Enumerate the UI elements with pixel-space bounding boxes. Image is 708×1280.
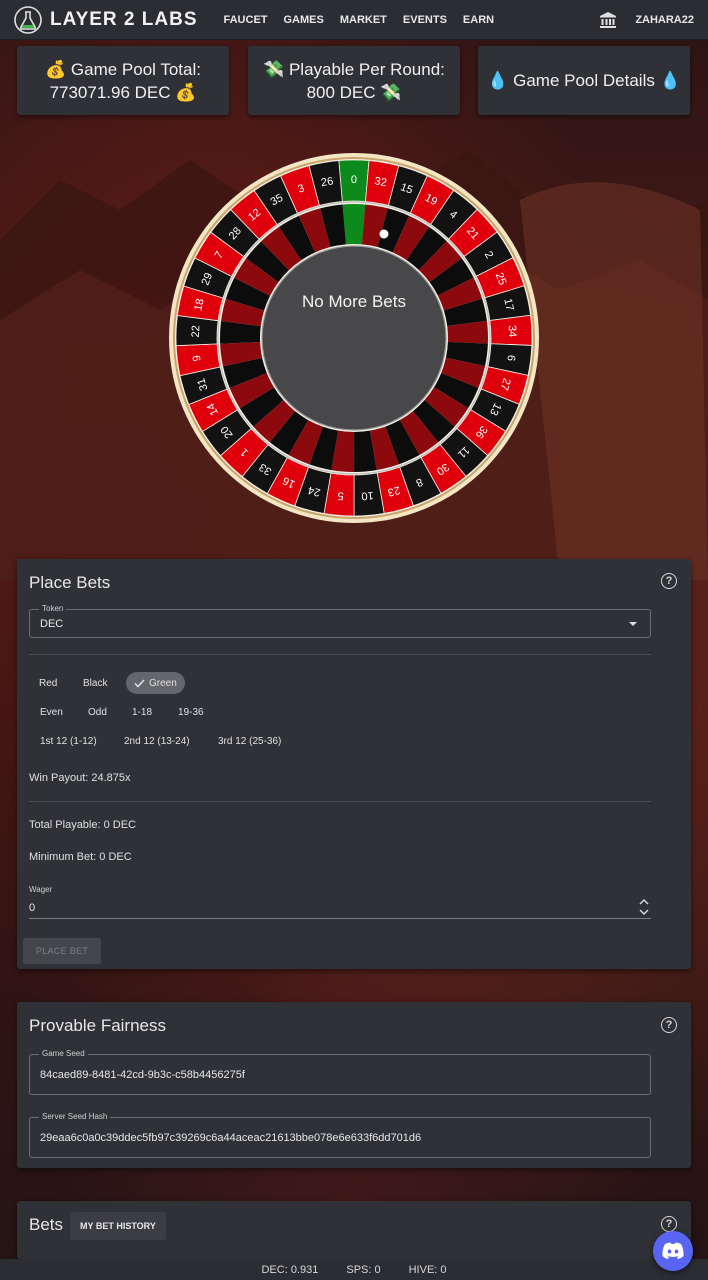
wager-label: Wager (29, 885, 53, 894)
my-bet-history-button[interactable]: MY BET HISTORY (70, 1212, 166, 1240)
bet-option-2nd-12[interactable]: 2nd 12 (13-24) (116, 730, 198, 752)
wheel-number: 22 (190, 325, 203, 338)
minimum-bet: Minimum Bet: 0 DEC (29, 851, 132, 863)
playable-per-round-card: 💸 Playable Per Round: 800 DEC 💸 (248, 46, 460, 115)
nav-earn[interactable]: EARN (455, 14, 502, 26)
game-pool-details-card[interactable]: 💧 Game Pool Details 💧 (478, 46, 690, 115)
bet-option-19-36[interactable]: 19-36 (170, 701, 212, 723)
bets-panel: Bets MY BET HISTORY ? (17, 1201, 691, 1259)
divider (29, 801, 651, 802)
main-nav: FAUCET GAMES MARKET EVENTS EARN (216, 14, 503, 26)
wheel-number: 26 (320, 175, 334, 189)
dec-balance: DEC: 0.931 (261, 1263, 319, 1276)
bet-option-1st-12[interactable]: 1st 12 (1-12) (32, 730, 105, 752)
game-seed-field[interactable]: Game Seed 84caed89-8481-42cd-9b3c-c58b44… (29, 1049, 651, 1095)
wager-field[interactable]: Wager 0 (29, 885, 651, 919)
wheel-inner-pocket (342, 204, 366, 245)
bet-option-black[interactable]: Black (75, 672, 115, 694)
discord-button[interactable] (653, 1231, 693, 1271)
nav-market[interactable]: MARKET (332, 14, 395, 26)
nav-events[interactable]: EVENTS (395, 14, 455, 26)
sps-balance: SPS: 0 (346, 1263, 381, 1276)
brand-logo[interactable]: LAYER 2 LABS (14, 5, 198, 34)
roulette-wheel-graphic: 0 32 1519421225173462713361130823105241633… (169, 153, 539, 523)
help-icon[interactable]: ? (661, 1017, 677, 1033)
game-seed-value: 84caed89-8481-42cd-9b3c-c58b4456275f (40, 1069, 245, 1081)
username[interactable]: ZAHARA22 (635, 14, 694, 26)
win-payout: Win Payout: 24.875x (29, 772, 131, 784)
game-pool-total-card: 💰 Game Pool Total: 773071.96 DEC 💰 (17, 46, 229, 115)
provable-fairness-panel: Provable Fairness ? Game Seed 84caed89-8… (17, 1002, 691, 1168)
bank-icon[interactable] (599, 11, 617, 29)
discord-icon (662, 1242, 684, 1259)
help-icon[interactable]: ? (661, 1216, 677, 1232)
server-seed-hash-field[interactable]: Server Seed Hash 29eaa6c0a0c39ddec5fb97c… (29, 1112, 651, 1158)
wheel-number: 10 (361, 489, 374, 502)
chevron-down-icon (629, 622, 637, 626)
wheel-number: 34 (506, 325, 519, 338)
bets-title: Bets (29, 1215, 64, 1234)
place-bets-panel: Place Bets ? Token DEC Red Black Green E… (17, 559, 691, 969)
total-playable: Total Playable: 0 DEC (29, 819, 136, 831)
divider (29, 654, 651, 655)
token-label: Token (39, 604, 67, 613)
bet-option-1-18[interactable]: 1-18 (124, 701, 160, 723)
top-navbar: LAYER 2 LABS FAUCET GAMES MARKET EVENTS … (0, 0, 708, 40)
provable-fairness-title: Provable Fairness (29, 1016, 167, 1035)
nav-faucet[interactable]: FAUCET (216, 14, 276, 26)
roulette-wheel: 0 32 15 19 4 21 2 25 17 34 6 27 13 36 11 30 8 23 10 5 24 16 33… (168, 152, 540, 524)
wheel-number: 0 (351, 174, 357, 186)
place-bet-button[interactable]: PLACE BET (23, 938, 101, 964)
bet-option-red[interactable]: Red (31, 672, 65, 694)
server-seed-hash-value: 29eaa6c0a0c39ddec5fb97c39269c6a44aceac21… (40, 1132, 422, 1144)
roulette-ball (379, 229, 389, 239)
bet-option-odd[interactable]: Odd (80, 701, 115, 723)
nav-games[interactable]: GAMES (276, 14, 332, 26)
token-value: DEC (40, 618, 64, 630)
hive-balance: HIVE: 0 (408, 1263, 447, 1276)
bet-option-green-label: Green (149, 677, 177, 689)
balance-footer: DEC: 0.931 SPS: 0 HIVE: 0 (0, 1259, 708, 1280)
token-select[interactable]: Token DEC (29, 604, 651, 638)
wheel-number: 5 (337, 489, 344, 501)
bet-option-green[interactable]: Green (126, 672, 185, 694)
flask-logo-icon (14, 5, 42, 34)
place-bets-title: Place Bets (29, 573, 111, 592)
bet-option-even[interactable]: Even (32, 701, 71, 723)
help-icon[interactable]: ? (661, 573, 677, 589)
wager-input: 0 (29, 902, 36, 914)
brand-name: LAYER 2 LABS (50, 8, 198, 30)
game-seed-label: Game Seed (39, 1049, 88, 1058)
wheel-status-text: No More Bets (302, 292, 406, 311)
wheel-number: 32 (374, 175, 388, 189)
bet-option-3rd-12[interactable]: 3rd 12 (25-36) (210, 730, 289, 752)
server-seed-hash-label: Server Seed Hash (39, 1112, 111, 1121)
stepper-arrows-icon[interactable] (639, 897, 649, 917)
check-icon (134, 679, 145, 688)
